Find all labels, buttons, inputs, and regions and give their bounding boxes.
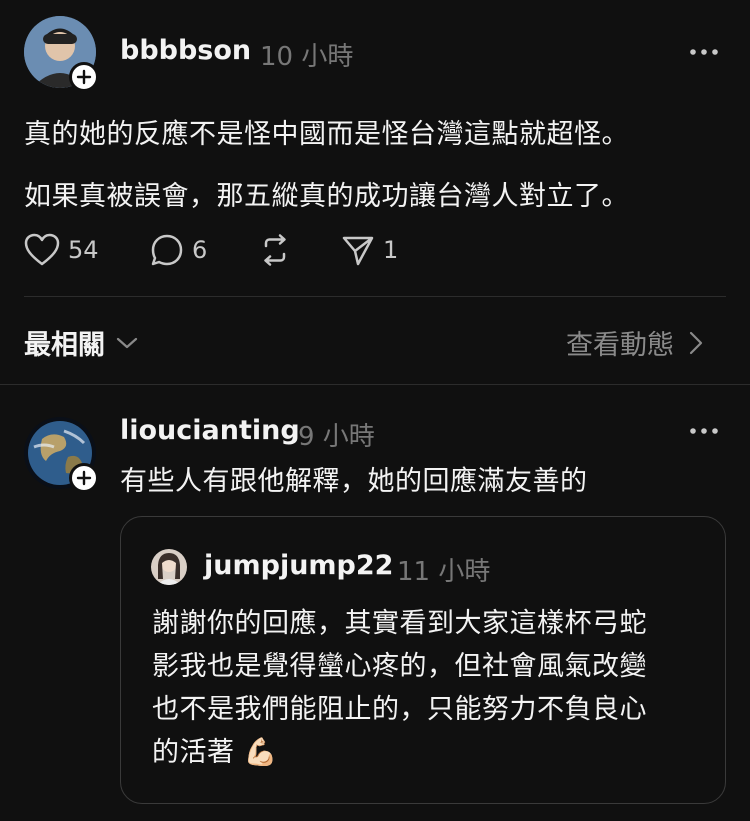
quote-avatar[interactable] xyxy=(151,549,187,585)
comment-button[interactable]: 6 xyxy=(150,233,207,267)
sort-dropdown[interactable]: 最相關 xyxy=(24,323,139,362)
plus-icon xyxy=(76,470,92,486)
view-activity-label: 查看動態 xyxy=(566,330,674,361)
quote-text-line-3: 也不是我們能阻止的，只能努力不負良心 xyxy=(152,694,647,725)
more-options-icon[interactable] xyxy=(689,47,719,57)
comment-icon xyxy=(151,234,183,266)
quote-username[interactable]: jumpjump22 xyxy=(204,550,393,581)
reply-username[interactable]: lioucianting xyxy=(120,415,300,446)
quote-text-line-4-text: 的活著 xyxy=(152,737,235,768)
repost-button[interactable] xyxy=(258,233,292,267)
post-username[interactable]: bbbbson xyxy=(120,35,251,66)
section-divider xyxy=(0,384,750,385)
quote-text-line-2: 影我也是覺得蠻心疼的，但社會風氣改變 xyxy=(152,651,647,682)
share-count: 1 xyxy=(383,236,399,264)
comment-count: 6 xyxy=(192,236,208,264)
like-button[interactable]: 54 xyxy=(24,233,99,267)
post-text-line-2: 如果真被誤會，那五縱真的成功讓台灣人對立了。 xyxy=(24,181,629,212)
post-divider xyxy=(24,296,726,297)
like-count: 54 xyxy=(68,236,99,264)
view-activity-link[interactable]: 查看動態 xyxy=(566,323,704,362)
follow-plus-button[interactable] xyxy=(69,62,99,92)
post-text-line-1: 真的她的反應不是怪中國而是怪台灣這點就超怪。 xyxy=(24,119,629,150)
chevron-down-icon xyxy=(116,337,138,348)
quote-text-line-1: 謝謝你的回應，其實看到大家這樣杯弓蛇 xyxy=(152,608,647,639)
reply-timestamp: 9 小時 xyxy=(298,422,375,452)
reply-more-options-icon[interactable] xyxy=(689,426,719,436)
reply-follow-plus-button[interactable] xyxy=(69,463,99,493)
chevron-right-icon xyxy=(689,331,703,354)
quote-timestamp: 11 小時 xyxy=(397,557,491,587)
sort-label: 最相關 xyxy=(24,330,105,361)
post-timestamp: 10 小時 xyxy=(260,42,354,72)
quote-text-line-4: 的活著 💪🏻 xyxy=(152,730,278,769)
reply-text: 有些人有跟他解釋，她的回應滿友善的 xyxy=(120,466,588,497)
send-icon xyxy=(342,236,374,266)
repost-icon xyxy=(264,234,286,266)
heart-icon xyxy=(24,233,60,266)
share-button[interactable]: 1 xyxy=(341,233,398,267)
quote-avatar-photo xyxy=(151,549,187,585)
flexed-biceps-emoji: 💪🏻 xyxy=(243,737,278,768)
thread-page: bbbbson 10 小時 真的她的反應不是怪中國而是怪台灣這點就超怪。 如果真… xyxy=(0,0,750,821)
plus-icon xyxy=(76,69,92,85)
quoted-post-card[interactable]: jumpjump22 11 小時 謝謝你的回應，其實看到大家這樣杯弓蛇 影我也是… xyxy=(120,516,726,804)
